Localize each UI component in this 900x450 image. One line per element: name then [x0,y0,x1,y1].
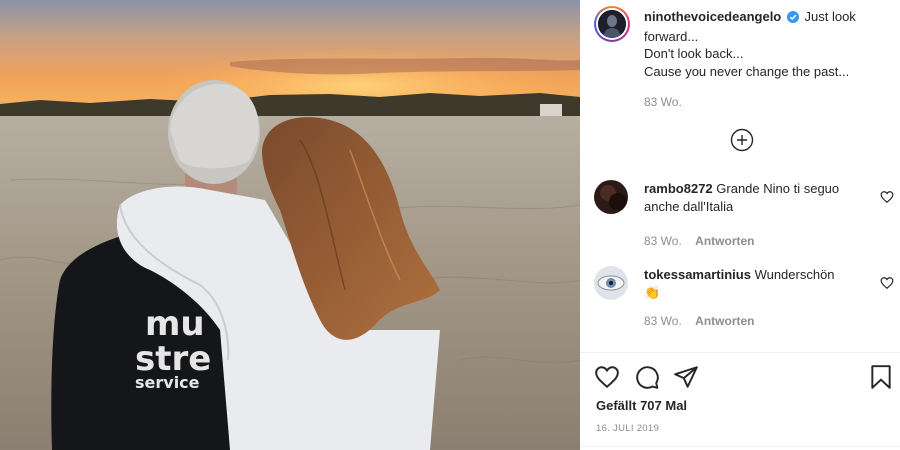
post-photo[interactable]: mu stre service [0,0,580,450]
comment-avatar[interactable] [594,266,628,300]
post-date[interactable]: 16. JULI 2019 [596,423,659,434]
comment-like-heart-icon[interactable] [880,190,894,204]
post-actions [594,364,894,390]
verified-badge-icon [786,10,799,28]
post-sidebar: ninothevoicedeangelo Just look forward..… [580,0,900,450]
bookmark-icon[interactable] [868,364,894,390]
author-avatar[interactable] [594,6,630,42]
reply-button[interactable]: Antworten [695,314,754,328]
author-avatar-image [598,10,626,38]
caption-timestamp[interactable]: 83 Wo. [644,94,880,112]
comment-like-heart-icon[interactable] [880,276,894,290]
comment-icon[interactable] [634,364,660,390]
comment-item: rambo8272 Grande Nino ti seguo anche dal… [594,180,894,250]
reply-button[interactable]: Antworten [695,234,754,248]
like-count[interactable]: Gefällt 707 Mal [596,398,687,413]
divider [580,446,900,447]
post-caption: ninothevoicedeangelo Just look forward..… [594,6,894,112]
comment-timestamp[interactable]: 83 Wo. [644,234,682,248]
shirt-text-1: mu [145,304,205,344]
comment-text: Wunderschön [754,267,835,282]
author-username[interactable]: ninothevoicedeangelo [644,9,781,24]
sunset-beach-photo: mu stre service [0,0,580,450]
comment-item: tokessamartinius Wunderschön 👏 83 Wo. An… [594,266,894,330]
heart-icon[interactable] [594,364,620,390]
comment-avatar[interactable] [594,180,628,214]
share-icon[interactable] [673,364,699,390]
comment-timestamp[interactable]: 83 Wo. [644,314,682,328]
load-more-comments-icon[interactable] [730,128,754,152]
comment-username[interactable]: rambo8272 [644,181,713,196]
comment-username[interactable]: tokessamartinius [644,267,751,282]
shirt-text-3: service [135,373,200,392]
divider [580,352,900,353]
clapping-emoji: 👏 [644,285,661,300]
